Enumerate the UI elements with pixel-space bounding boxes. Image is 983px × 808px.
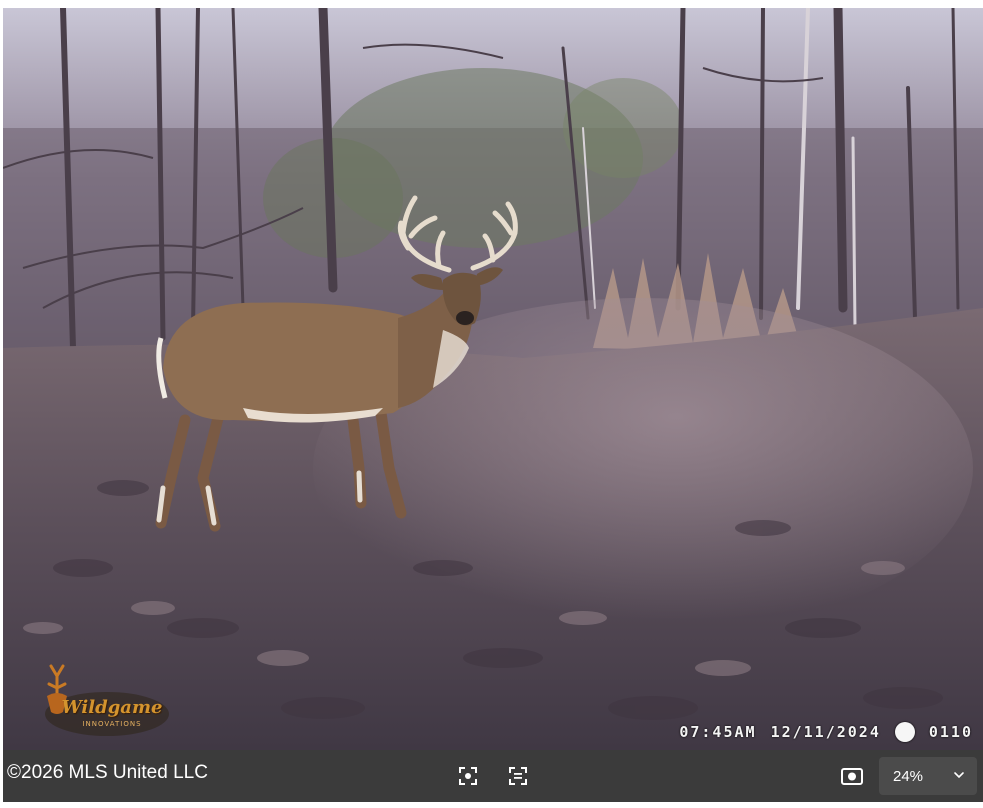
photo-counter: 0110 [928, 723, 973, 741]
full-moon-icon [894, 722, 915, 742]
chevron-down-icon [954, 772, 964, 779]
viewer-toolbar: ©2026 MLS United LLC 24% [3, 750, 983, 802]
screenshot-button[interactable] [839, 763, 865, 789]
timestamp-time: 07:45AM [679, 723, 757, 741]
timestamp-date: 12/11/2024 [770, 723, 881, 741]
bottom-border [0, 802, 983, 808]
wildgame-logo: Wildgame INNOVATIONS [37, 664, 177, 744]
trail-camera-photo[interactable]: Wildgame INNOVATIONS 07:45AM 12/11/2024 … [3, 8, 983, 750]
zoom-level-select[interactable]: 24% [879, 757, 977, 795]
image-viewer: Wildgame INNOVATIONS 07:45AM 12/11/2024 … [0, 0, 983, 808]
fit-to-screen-button[interactable] [505, 763, 531, 789]
fit-to-screen-icon [509, 767, 527, 785]
brand-name: Wildgame [61, 697, 163, 718]
brand-subtitle: INNOVATIONS [82, 720, 142, 728]
camera-icon [841, 768, 863, 785]
camera-timestamp: 07:45AM 12/11/2024 0110 [679, 722, 973, 742]
copyright-notice: ©2026 MLS United LLC [7, 762, 208, 783]
fullscreen-button[interactable] [455, 763, 481, 789]
photo-scene [3, 8, 983, 750]
zoom-level-value: 24% [893, 767, 924, 785]
fullscreen-icon [459, 767, 477, 785]
